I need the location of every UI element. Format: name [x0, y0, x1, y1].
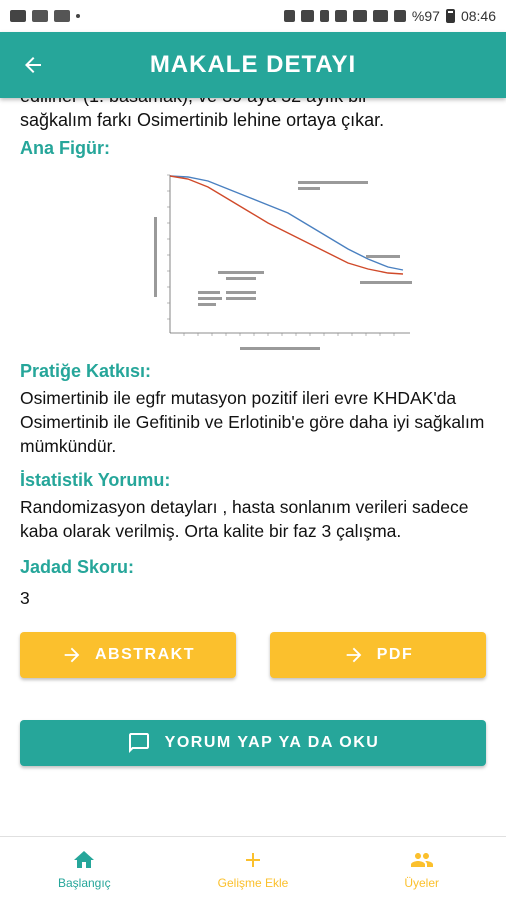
back-button[interactable]	[0, 32, 66, 98]
practice-text: Osimertinib ile egfr mutasyon pozitif il…	[20, 388, 485, 456]
nav-members[interactable]: Üyeler	[337, 837, 506, 900]
nav-add-label: Gelişme Ekle	[217, 875, 289, 890]
status-left	[10, 10, 80, 22]
sync-icon	[300, 10, 314, 22]
app-bar: MAKALE DETAYI	[0, 32, 506, 98]
abstract-button[interactable]: ABSTRAKT	[20, 632, 236, 678]
jadad-title: Jadad Skoru:	[20, 557, 135, 577]
main-figure-image	[148, 167, 418, 355]
arrow-right-icon	[346, 647, 362, 663]
youtube-icon	[54, 10, 70, 22]
action-buttons-row: ABSTRAKT PDF	[20, 632, 486, 678]
abstract-button-label: ABSTRAKT	[95, 646, 195, 663]
summary-text-line: edilirler (1. basamak), ve 39 aya 32 ayl…	[20, 98, 486, 108]
survival-curve-image	[148, 167, 418, 355]
stats-title: İstatistik Yorumu:	[20, 470, 171, 490]
bluetooth-icon	[319, 10, 329, 22]
nav-members-label: Üyeler	[404, 875, 440, 890]
wifi-icon	[372, 10, 388, 22]
bottom-navigation: Başlangıç Gelişme Ekle Üyeler	[0, 836, 506, 900]
pdf-button[interactable]: PDF	[270, 632, 486, 678]
page-title: MAKALE DETAYI	[149, 51, 357, 78]
pdf-button-label: PDF	[376, 646, 414, 663]
summary-text-line: sağkalım farkı Osimertinib lehine ortaya…	[20, 110, 385, 130]
home-icon	[74, 850, 95, 868]
comment-button-label: YORUM YAP YA DA OKU	[164, 734, 380, 751]
status-bar: %97 08:46	[0, 0, 506, 32]
lock-icon	[283, 10, 295, 22]
vibrate-icon	[334, 10, 347, 22]
battery-icon	[445, 9, 455, 23]
nav-home-label: Başlangıç	[57, 875, 111, 890]
arrow-left-icon	[25, 57, 41, 73]
more-notifications-icon	[76, 14, 80, 18]
comment-icon	[128, 733, 149, 753]
stats-text: Randomizasyon detayları , hasta sonlanım…	[20, 497, 469, 541]
nav-home[interactable]: Başlangıç	[0, 837, 169, 900]
plus-icon	[246, 852, 260, 867]
notification-icon	[10, 10, 26, 22]
status-right: %97 08:46	[283, 8, 496, 24]
practice-title: Pratiğe Katkısı:	[20, 361, 152, 381]
figure-title: Ana Figür:	[20, 138, 110, 158]
battery-percent: %97	[411, 8, 440, 24]
arrow-right-icon	[64, 647, 80, 663]
youtube-icon	[32, 10, 48, 22]
nav-add[interactable]: Gelişme Ekle	[169, 837, 338, 900]
article-content: edilirler (1. basamak), ve 39 aya 32 ayl…	[0, 98, 506, 836]
status-time: 08:46	[460, 8, 496, 24]
people-icon	[410, 852, 433, 867]
comment-button[interactable]: YORUM YAP YA DA OKU	[20, 720, 486, 766]
jadad-value: 3	[20, 588, 30, 608]
signal-icon	[393, 10, 406, 22]
volte-icon	[352, 10, 367, 22]
